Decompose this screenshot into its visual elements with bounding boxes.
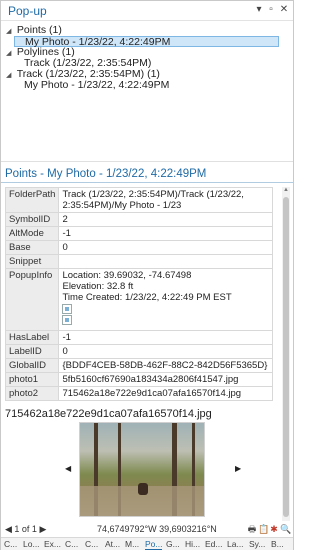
photo-detail <box>138 483 148 495</box>
previous-media-icon[interactable]: ◀ <box>65 464 71 473</box>
close-icon[interactable]: ✕ <box>278 4 290 16</box>
table-row: GlobalID {BDDF4CEB-58DB-462F-88C2-842D56… <box>4 358 273 373</box>
table-row: photo1 5fb5160cf67690a183434a2806f41547.… <box>4 372 273 387</box>
popup-time: Time Created: 1/23/22, 4:22:49 PM EST <box>62 292 232 303</box>
broken-image-icon <box>62 315 73 325</box>
tab-m[interactable]: M... <box>125 539 139 549</box>
popup-footer: ◀ 1 of 1 ▶ 74,6749792°W 39,6903216°N 🖶 📋… <box>1 524 293 536</box>
table-row: LabelID 0 <box>4 344 273 359</box>
flash-icon[interactable]: ✱ <box>269 524 279 534</box>
field-name: PopupInfo <box>4 268 60 331</box>
table-row: Snippet <box>4 254 273 269</box>
tree-label: My Photo - 1/23/22, 4:22:49PM <box>24 79 170 91</box>
print-icon[interactable]: 🖶 <box>247 524 257 534</box>
field-name: HasLabel <box>4 330 60 345</box>
field-value: 0 <box>58 344 273 359</box>
field-name: AltMode <box>4 226 60 241</box>
splitter[interactable] <box>1 161 293 162</box>
table-row: HasLabel -1 <box>4 330 273 345</box>
field-value: -1 <box>58 226 273 241</box>
table-row: FolderPath Track (1/23/22, 2:35:54PM)/Tr… <box>4 187 273 213</box>
tab-la[interactable]: La... <box>227 539 244 549</box>
tab-at[interactable]: At... <box>105 539 120 549</box>
table-row: PopupInfo Location: 39.69032, -74.67498 … <box>4 268 273 331</box>
field-value: 5fb5160cf67690a183434a2806f41547.jpg <box>58 372 273 387</box>
tree-group-points[interactable]: ◢ Points (1) <box>6 25 62 36</box>
field-name: LabelID <box>4 344 60 359</box>
table-row: Base 0 <box>4 240 273 255</box>
divider <box>1 182 293 183</box>
field-value-popupinfo: Location: 39.69032, -74.67498 Elevation:… <box>58 268 273 331</box>
vertical-scrollbar[interactable]: ▲ <box>282 187 290 521</box>
tree-label: Points (1) <box>16 24 62 36</box>
expand-icon[interactable]: ◢ <box>6 48 14 59</box>
tab-c2[interactable]: C... <box>65 539 78 549</box>
tab-lo[interactable]: Lo... <box>23 539 40 549</box>
record-navigator[interactable]: ◀ 1 of 1 ▶ <box>5 524 46 535</box>
pane-options-icon[interactable]: ▾ <box>253 4 265 16</box>
scroll-up-icon[interactable]: ▲ <box>283 187 289 193</box>
tab-po[interactable]: Po... <box>145 539 163 550</box>
field-name: SymbolID <box>4 212 60 227</box>
pane-title: Pop-up <box>8 4 47 18</box>
copy-icon[interactable]: 📋 <box>258 524 269 534</box>
coordinates-readout: 74,6749792°W 39,6903216°N <box>97 524 217 534</box>
tab-c3[interactable]: C... <box>85 539 98 549</box>
field-value <box>58 254 273 269</box>
table-row: photo2 715462a18e722e9d1ca07afa16570f14.… <box>4 386 273 401</box>
expand-icon[interactable]: ◢ <box>6 26 14 37</box>
table-row: AltMode -1 <box>4 226 273 241</box>
tab-sy[interactable]: Sy... <box>249 539 265 549</box>
popup-elevation: Elevation: 32.8 ft <box>62 281 134 292</box>
field-value: {BDDF4CEB-58DB-462F-88C2-842D56F5365D} <box>58 358 273 373</box>
tab-ex[interactable]: Ex... <box>44 539 61 549</box>
zoom-to-icon[interactable]: 🔍 <box>280 524 291 534</box>
tab-ed[interactable]: Ed... <box>205 539 222 549</box>
media-caption: 715462a18e722e9d1ca07afa16570f14.jpg <box>5 408 212 420</box>
bottom-tab-strip: C... Lo... Ex... C... C... At... M... Po… <box>1 537 293 550</box>
field-value: 715462a18e722e9d1ca07afa16570f14.jpg <box>58 386 273 401</box>
details-title: Points - My Photo - 1/23/22, 4:22:49PM <box>5 168 207 180</box>
pane-title-bar: Pop-up ▾ ▫ ✕ <box>1 1 293 21</box>
tab-g[interactable]: G... <box>166 539 180 549</box>
field-value: 0 <box>58 240 273 255</box>
auto-hide-icon[interactable]: ▫ <box>265 4 277 16</box>
next-media-icon[interactable]: ▶ <box>235 464 241 473</box>
expand-icon[interactable]: ◢ <box>6 70 14 81</box>
feature-tree: ◢ Points (1) My Photo - 1/23/22, 4:22:49… <box>1 22 293 117</box>
tab-b[interactable]: B... <box>271 539 284 549</box>
photo-image[interactable] <box>79 422 205 517</box>
popup-location: Location: 39.69032, -74.67498 <box>62 270 192 281</box>
tab-hi[interactable]: Hi... <box>185 539 200 549</box>
popup-pane: Pop-up ▾ ▫ ✕ ◢ Points (1) My Photo - 1/2… <box>0 0 294 550</box>
field-name: Snippet <box>4 254 60 269</box>
field-name: FolderPath <box>4 187 60 213</box>
field-value: 2 <box>58 212 273 227</box>
scrollbar-thumb[interactable] <box>283 197 289 517</box>
field-name: GlobalID <box>4 358 60 373</box>
field-name: photo2 <box>4 386 60 401</box>
tree-item-my-photo[interactable]: My Photo - 1/23/22, 4:22:49PM <box>24 80 169 91</box>
field-name: Base <box>4 240 60 255</box>
table-row: SymbolID 2 <box>4 212 273 227</box>
attribute-table: FolderPath Track (1/23/22, 2:35:54PM)/Tr… <box>4 187 273 401</box>
broken-image-icon <box>62 304 73 314</box>
tab-c1[interactable]: C... <box>4 539 17 549</box>
field-value: -1 <box>58 330 273 345</box>
field-value: Track (1/23/22, 2:35:54PM)/Track (1/23/2… <box>58 187 273 213</box>
field-name: photo1 <box>4 372 60 387</box>
